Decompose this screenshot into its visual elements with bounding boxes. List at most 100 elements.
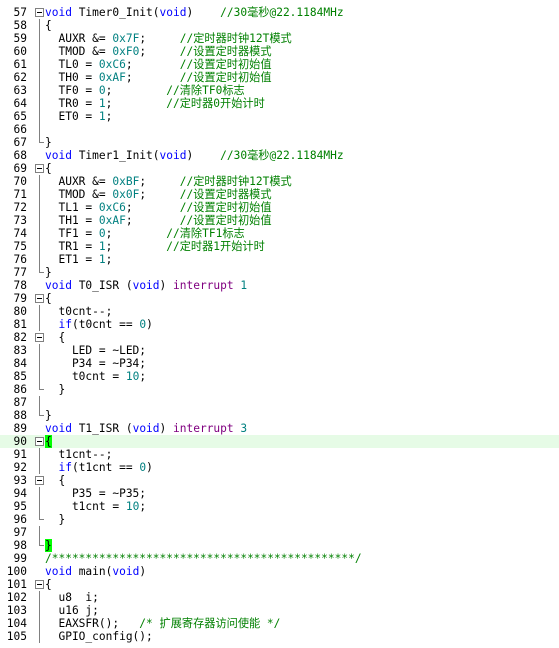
code-text[interactable]: AUXR &= 0x7F; //定时器时钟12T模式 (45, 32, 291, 45)
code-text[interactable]: TMOD &= 0xF0; //设置定时器模式 (45, 45, 271, 58)
code-text[interactable]: P35 = ~P35; (45, 487, 146, 500)
code-text[interactable]: LED = ~LED; (45, 344, 146, 357)
code-line[interactable]: 65 ET0 = 1; (0, 110, 559, 123)
code-line[interactable]: 94 P35 = ~P35; (0, 487, 559, 500)
code-text[interactable]: { (45, 292, 52, 305)
code-line[interactable]: 86 } (0, 383, 559, 396)
code-text[interactable]: t0cnt = 10; (45, 370, 146, 383)
code-line[interactable]: 98} (0, 539, 559, 552)
code-text[interactable]: { (45, 331, 65, 344)
code-text[interactable]: { (45, 162, 52, 175)
fold-collapse-icon[interactable] (35, 578, 44, 591)
code-line[interactable]: 68 void Timer1_Init(void) //30毫秒@22.1184M… (0, 149, 559, 162)
code-text[interactable]: TL0 = 0xC6; //设置定时初始值 (45, 58, 271, 71)
code-text[interactable]: void main(void) (45, 565, 146, 578)
code-text[interactable]: void Timer1_Init(void) //30毫秒@22.1184MHz (45, 149, 344, 162)
code-line[interactable]: 64 TR0 = 1; //定时器0开始计时 (0, 97, 559, 110)
code-editor[interactable]: 57 void Timer0_Init(void) //30毫秒@22.1184M… (0, 0, 559, 648)
code-line[interactable]: 93 { (0, 474, 559, 487)
code-text[interactable]: { (45, 474, 65, 487)
code-line[interactable]: 96 } (0, 513, 559, 526)
code-line[interactable]: 90 { (0, 435, 559, 448)
code-text[interactable]: /***************************************… (45, 552, 362, 565)
code-line[interactable]: 74 TF1 = 0; //清除TF1标志 (0, 227, 559, 240)
code-line[interactable]: 78 void T0_ISR (void) interrupt 1 (0, 279, 559, 292)
code-text[interactable]: TR1 = 1; //定时器1开始计时 (45, 240, 264, 253)
code-line[interactable]: 62 TH0 = 0xAF; //设置定时初始值 (0, 71, 559, 84)
code-text[interactable]: TH0 = 0xAF; //设置定时初始值 (45, 71, 271, 84)
code-line[interactable]: 79 { (0, 292, 559, 305)
code-text[interactable]: u16 j; (45, 604, 98, 617)
code-text[interactable]: void T1_ISR (void) interrupt 3 (45, 422, 247, 435)
code-text[interactable]: TF0 = 0; //清除TF0标志 (45, 84, 244, 97)
code-text[interactable]: } (45, 409, 52, 422)
code-text[interactable]: } (45, 539, 52, 552)
code-text[interactable]: t1cnt = 10; (45, 500, 146, 513)
code-text[interactable]: if(t1cnt == 0) (45, 461, 152, 474)
code-line[interactable]: 92 if(t1cnt == 0) (0, 461, 559, 474)
code-text[interactable]: void T0_ISR (void) interrupt 1 (45, 279, 247, 292)
fold-collapse-icon[interactable] (35, 292, 44, 305)
code-line[interactable]: 100 void main(void) (0, 565, 559, 578)
code-text[interactable]: { (45, 19, 52, 32)
code-text[interactable]: { (45, 578, 52, 591)
code-line[interactable]: 72 TL1 = 0xC6; //设置定时初始值 (0, 201, 559, 214)
code-text[interactable]: } (45, 266, 52, 279)
code-line[interactable]: 88} (0, 409, 559, 422)
code-line[interactable]: 83 LED = ~LED; (0, 344, 559, 357)
code-text[interactable]: P34 = ~P34; (45, 357, 146, 370)
fold-collapse-icon[interactable] (35, 331, 44, 344)
code-line[interactable]: 73 TH1 = 0xAF; //设置定时初始值 (0, 214, 559, 227)
code-text[interactable]: } (45, 513, 65, 526)
code-line[interactable]: 101 { (0, 578, 559, 591)
code-text[interactable]: TH1 = 0xAF; //设置定时初始值 (45, 214, 271, 227)
fold-collapse-icon[interactable] (35, 474, 44, 487)
code-line[interactable]: 63 TF0 = 0; //清除TF0标志 (0, 84, 559, 97)
code-line[interactable]: 67} (0, 136, 559, 149)
code-line[interactable]: 70 AUXR &= 0xBF; //定时器时钟12T模式 (0, 175, 559, 188)
code-line[interactable]: 77} (0, 266, 559, 279)
code-text[interactable]: } (45, 383, 65, 396)
code-line[interactable]: 80 t0cnt--; (0, 305, 559, 318)
code-line[interactable]: 76 ET1 = 1; (0, 253, 559, 266)
code-line[interactable]: 58 { (0, 19, 559, 32)
code-line[interactable]: 81 if(t0cnt == 0) (0, 318, 559, 331)
code-text[interactable]: void Timer0_Init(void) //30毫秒@22.1184MHz (45, 6, 344, 19)
fold-collapse-icon[interactable] (35, 6, 44, 19)
code-text[interactable]: TL1 = 0xC6; //设置定时初始值 (45, 201, 271, 214)
code-line[interactable]: 97 (0, 526, 559, 539)
code-text[interactable]: TMOD &= 0x0F; //设置定时器模式 (45, 188, 271, 201)
code-line[interactable]: 103 u16 j; (0, 604, 559, 617)
code-line[interactable]: 104 EAXSFR(); /* 扩展寄存器访问使能 */ (0, 617, 559, 630)
code-line[interactable]: 69 { (0, 162, 559, 175)
code-text[interactable]: ET0 = 1; (45, 110, 112, 123)
code-line[interactable]: 99 /*************************************… (0, 552, 559, 565)
code-line[interactable]: 61 TL0 = 0xC6; //设置定时初始值 (0, 58, 559, 71)
code-text[interactable]: GPIO_config(); (45, 630, 152, 643)
code-text[interactable]: TR0 = 1; //定时器0开始计时 (45, 97, 264, 110)
code-line[interactable]: 57 void Timer0_Init(void) //30毫秒@22.1184M… (0, 6, 559, 19)
code-text[interactable]: AUXR &= 0xBF; //定时器时钟12T模式 (45, 175, 291, 188)
code-line[interactable]: 85 t0cnt = 10; (0, 370, 559, 383)
code-line[interactable]: 102 u8 i; (0, 591, 559, 604)
code-text[interactable]: t1cnt--; (45, 448, 112, 461)
code-line[interactable]: 66 (0, 123, 559, 136)
fold-collapse-icon[interactable] (35, 162, 44, 175)
code-line[interactable]: 75 TR1 = 1; //定时器1开始计时 (0, 240, 559, 253)
code-text[interactable]: EAXSFR(); /* 扩展寄存器访问使能 */ (45, 617, 280, 630)
code-line[interactable]: 89 void T1_ISR (void) interrupt 3 (0, 422, 559, 435)
code-line[interactable]: 91 t1cnt--; (0, 448, 559, 461)
fold-collapse-icon[interactable] (35, 435, 44, 448)
code-text[interactable]: t0cnt--; (45, 305, 112, 318)
code-text[interactable]: if(t0cnt == 0) (45, 318, 152, 331)
code-line[interactable]: 95 t1cnt = 10; (0, 500, 559, 513)
code-line[interactable]: 84 P34 = ~P34; (0, 357, 559, 370)
code-text[interactable]: TF1 = 0; //清除TF1标志 (45, 227, 244, 240)
code-text[interactable]: ET1 = 1; (45, 253, 112, 266)
code-line[interactable]: 82 { (0, 331, 559, 344)
code-text[interactable]: u8 i; (45, 591, 98, 604)
code-line[interactable]: 60 TMOD &= 0xF0; //设置定时器模式 (0, 45, 559, 58)
code-text[interactable]: { (45, 435, 52, 448)
code-line[interactable]: 105 GPIO_config(); (0, 630, 559, 643)
code-line[interactable]: 71 TMOD &= 0x0F; //设置定时器模式 (0, 188, 559, 201)
